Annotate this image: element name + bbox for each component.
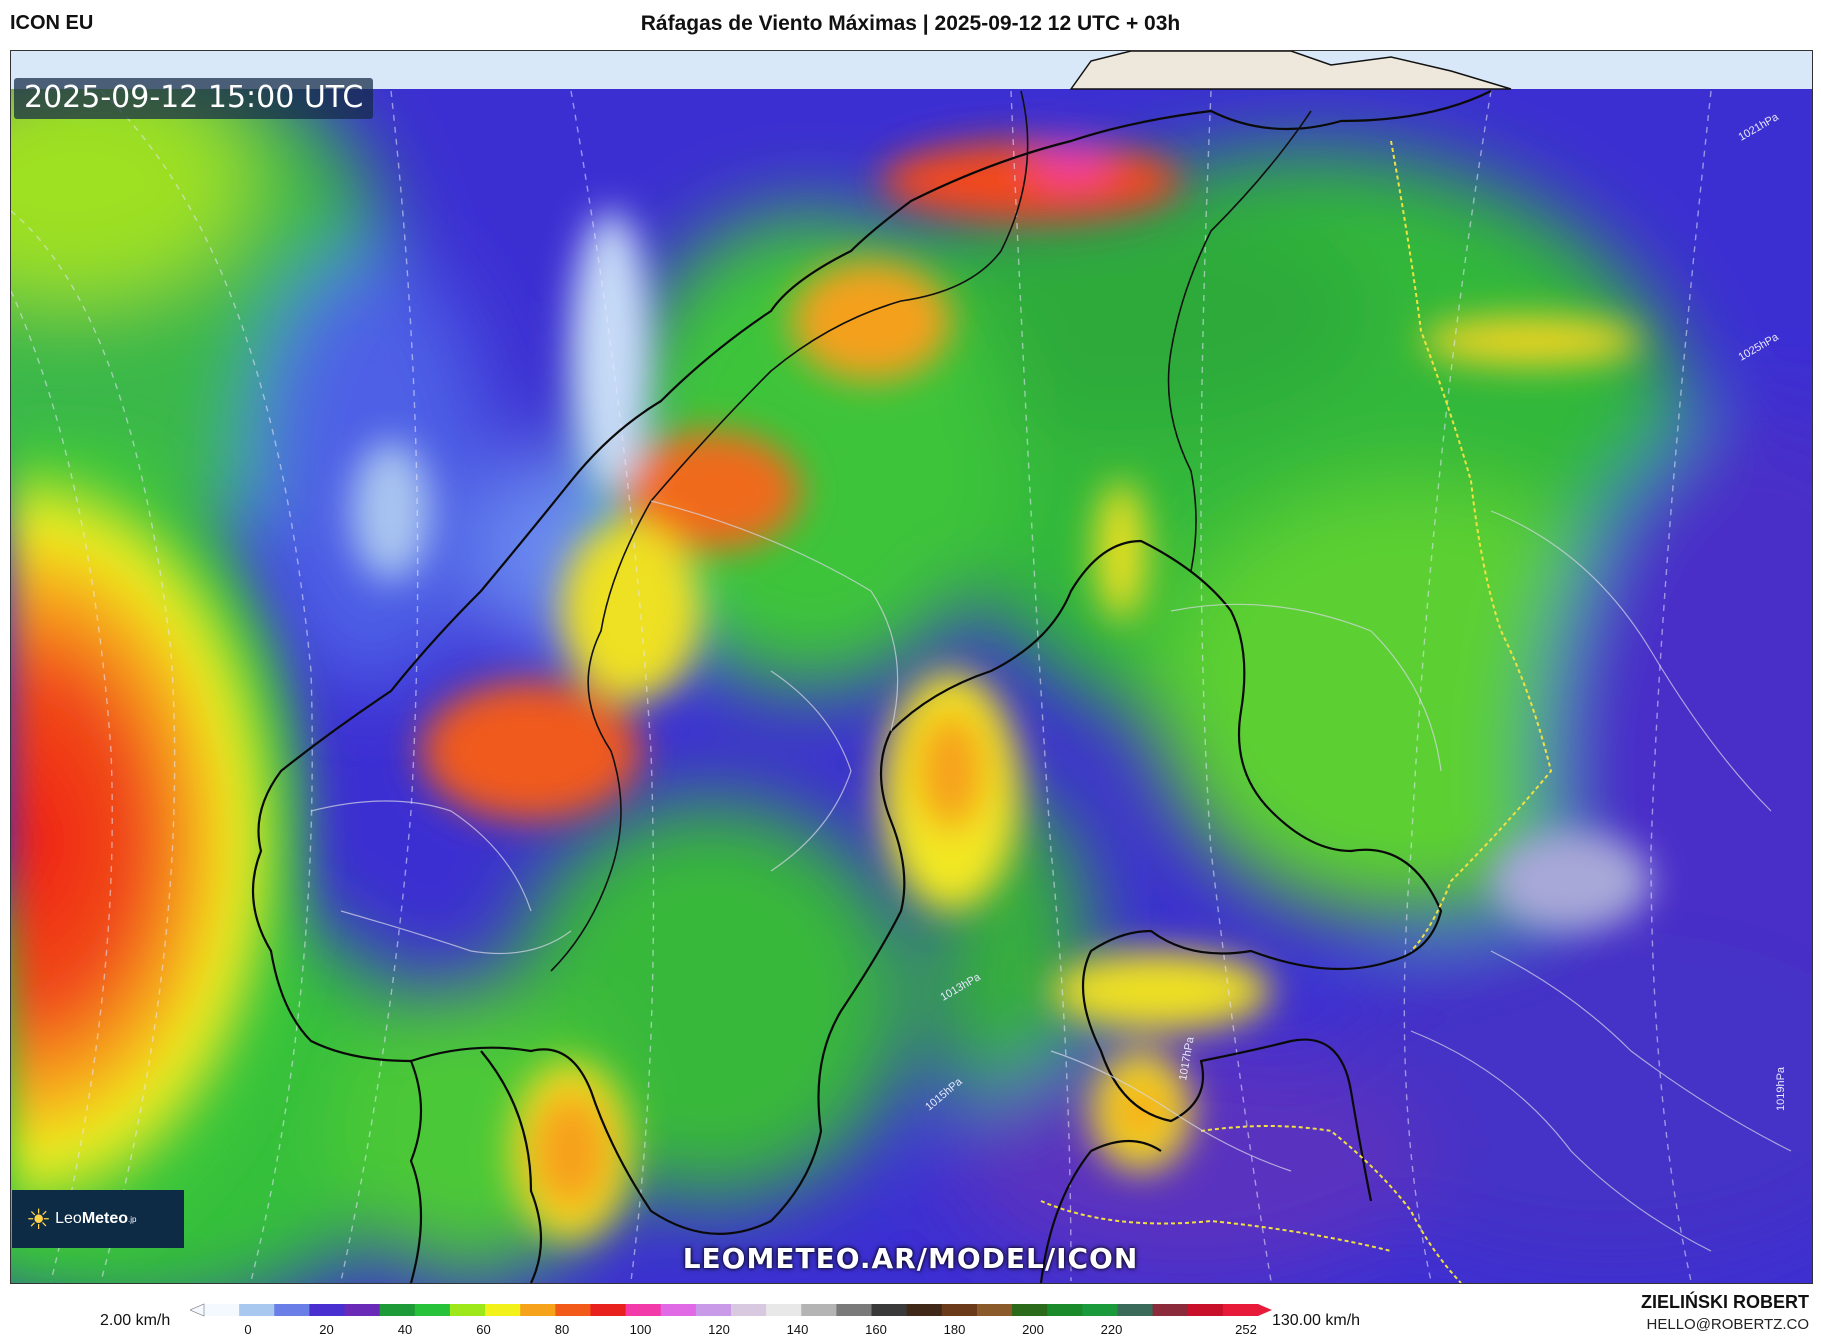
colorbar-swatch — [871, 1304, 908, 1316]
logo-text-light: Leo — [55, 1210, 82, 1227]
colorbar-tick-label: 252 — [1235, 1322, 1257, 1337]
valid-time-stamp: 2025-09-12 15:00 UTC — [14, 78, 374, 119]
colorbar-tick-label: 200 — [1022, 1322, 1044, 1337]
map-canvas: 1021hPa 1025hPa 1013hPa 1019hPa 1015hPa … — [11, 51, 1812, 1283]
colorbar-graphic: 0 20 40 60 80 100 120 140 160 180 200 220 252 — [189, 1303, 1272, 1337]
colorbar-tick-label: 220 — [1101, 1322, 1123, 1337]
colorbar-swatch — [1047, 1304, 1083, 1316]
colorbar-swatch — [1012, 1304, 1048, 1316]
sun-icon: ☀ — [26, 1203, 52, 1235]
colorbar-tick-label: 20 — [319, 1322, 333, 1337]
colorbar-swatch — [766, 1304, 802, 1316]
author-email[interactable]: HELLO@ROBERTZ.CO — [1647, 1316, 1809, 1333]
colorbar-swatch — [555, 1304, 592, 1316]
colorbar-min-label: 2.00 km/h — [100, 1312, 171, 1329]
colorbar-swatch — [695, 1304, 732, 1316]
map-title: Ráfagas de Viento Máximas | 2025-09-12 1… — [640, 12, 1181, 35]
colorbar-swatch — [976, 1304, 1013, 1316]
colorbar-swatch — [941, 1304, 978, 1316]
colorbar-swatch — [906, 1304, 943, 1316]
colorbar-min-arrow — [189, 1303, 205, 1317]
colorbar-swatch — [485, 1304, 521, 1316]
colorbar-tick-label: 180 — [944, 1322, 966, 1337]
colorbar: 0 20 40 60 80 100 120 140 160 180 200 220 252 — [189, 1302, 1272, 1338]
colorbar-swatch — [309, 1304, 346, 1316]
colorbar-swatch — [801, 1304, 837, 1316]
colorbar-swatch — [836, 1304, 873, 1316]
colorbar-swatch — [625, 1304, 662, 1316]
leometeo-logo[interactable]: ☀ Leo Meteo .jp — [12, 1190, 184, 1248]
colorbar-max-arrow — [1258, 1304, 1272, 1316]
colorbar-swatch — [379, 1304, 416, 1316]
site-watermark: LEOMETEO.AR/MODEL/ICON — [682, 1242, 1139, 1275]
colorbar-swatch — [731, 1304, 767, 1316]
colorbar-tick-label: 100 — [630, 1322, 652, 1337]
colorbar-swatch — [520, 1304, 556, 1316]
author-name: ZIELIŃSKI ROBERT — [1640, 1292, 1809, 1312]
colorbar-swatch — [590, 1304, 627, 1316]
colorbar-swatch — [1117, 1304, 1154, 1316]
wind-gust-map[interactable]: 1021hPa 1025hPa 1013hPa 1019hPa 1015hPa … — [10, 50, 1813, 1284]
colorbar-swatch — [344, 1304, 381, 1316]
colorbar-tick-label: 60 — [476, 1322, 490, 1337]
colorbar-swatch — [274, 1304, 310, 1316]
colorbar-swatch — [1187, 1304, 1224, 1316]
colorbar-swatch — [1152, 1304, 1189, 1316]
colorbar-swatch — [239, 1304, 275, 1316]
colorbar-swatch — [414, 1304, 451, 1316]
colorbar-swatch — [660, 1304, 697, 1316]
colorbar-max-label: 130.00 km/h — [1272, 1312, 1361, 1329]
svg-text:1019hPa: 1019hPa — [1775, 1066, 1787, 1111]
colorbar-tick-label: 0 — [244, 1322, 251, 1337]
logo-text-bold: Meteo — [81, 1210, 129, 1227]
colorbar-tick-label: 80 — [555, 1322, 569, 1337]
colorbar-swatch — [1082, 1304, 1119, 1316]
colorbar-swatch — [204, 1304, 240, 1316]
colorbar-tick-label: 40 — [398, 1322, 412, 1337]
colorbar-tick-label: 160 — [865, 1322, 887, 1337]
colorbar-tick-label: 140 — [787, 1322, 809, 1337]
logo-text-small: .jp — [128, 1214, 137, 1224]
colorbar-tick-label: 120 — [708, 1322, 730, 1337]
colorbar-swatch — [1222, 1304, 1259, 1316]
colorbar-swatch — [449, 1304, 486, 1316]
